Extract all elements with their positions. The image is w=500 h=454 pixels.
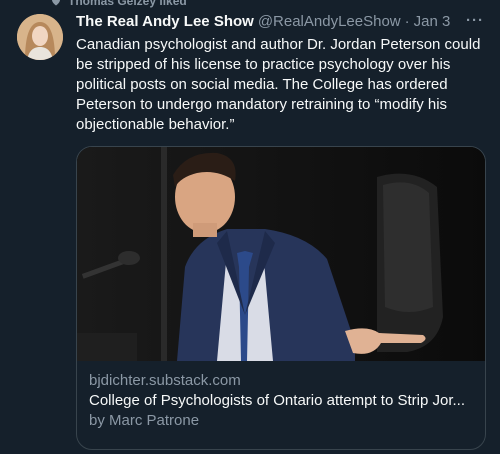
link-card[interactable]: bjdichter.substack.com College of Psycho…	[76, 146, 486, 450]
separator: ·	[404, 13, 410, 30]
tweet-text: Canadian psychologist and author Dr. Jor…	[76, 36, 481, 133]
tweet-date[interactable]: Jan 3	[414, 12, 451, 32]
social-context[interactable]: Thomas Gelzey liked	[50, 0, 187, 8]
card-domain: bjdichter.substack.com	[89, 372, 241, 389]
card-image[interactable]	[77, 147, 485, 361]
card-meta: bjdichter.substack.com College of Psycho…	[77, 361, 485, 431]
handle[interactable]: @RealAndyLeeShow	[258, 12, 401, 32]
more-options-icon[interactable]: ···	[466, 12, 484, 29]
social-context-text[interactable]: Thomas Gelzey liked	[68, 0, 187, 8]
card-title[interactable]: College of Psychologists of Ontario atte…	[89, 391, 473, 411]
avatar[interactable]	[17, 14, 63, 60]
tweet-header: The Real Andy Lee Show @RealAndyLeeShow …	[76, 12, 486, 32]
tweet[interactable]: The Real Andy Lee Show @RealAndyLeeShow …	[76, 12, 486, 135]
card-author: by Marc Patrone	[89, 412, 200, 429]
display-name[interactable]: The Real Andy Lee Show	[76, 12, 254, 32]
heart-icon	[50, 0, 62, 7]
